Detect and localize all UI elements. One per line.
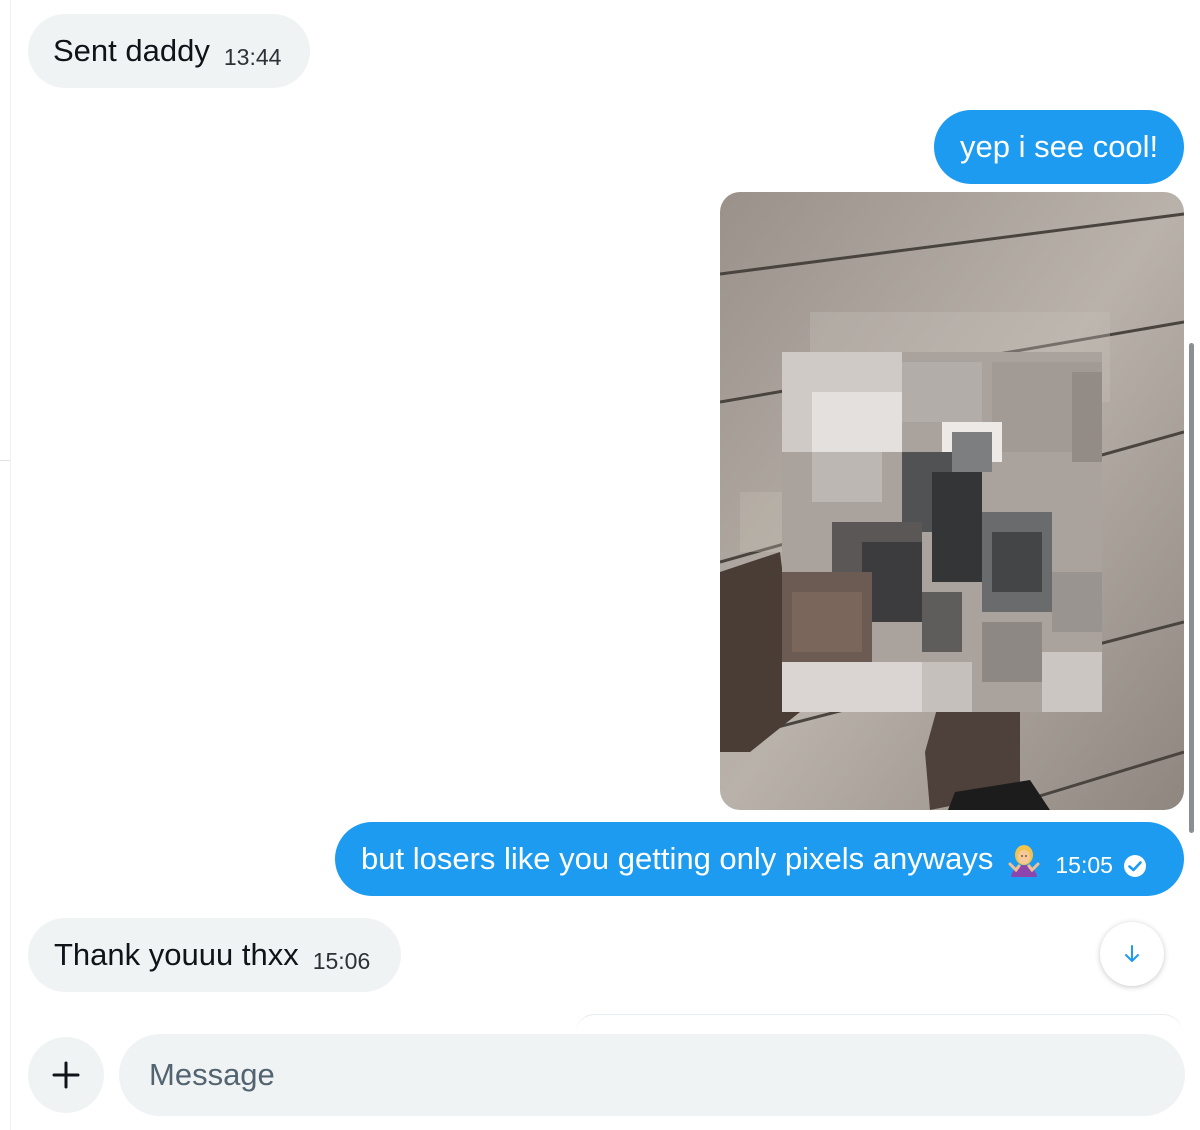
left-divider-tick [0,460,10,461]
pixel-mosaic [782,352,1102,712]
message-input[interactable] [147,1056,1185,1094]
scrollbar[interactable] [1189,343,1194,833]
incoming-message[interactable]: Thank youuu thxx 15:06 [28,918,401,992]
person-shrugging-emoji-icon [1007,844,1041,878]
message-time: 15:06 [312,947,371,974]
message-text: Sent daddy [53,33,210,68]
pixelated-photo-image [720,192,1184,810]
message-text: Thank youuu thxx [54,937,299,972]
scroll-to-bottom-button[interactable] [1100,922,1164,986]
incoming-message[interactable]: Sent daddy 13:44 [28,14,310,88]
message-text: yep i see cool! [960,129,1159,164]
message-time: 13:44 [223,43,282,70]
arrow-down-icon [1125,945,1139,962]
outgoing-message[interactable]: but losers like you getting only pixels … [335,822,1184,896]
message-composer[interactable] [119,1034,1185,1116]
message-time: 15:05 [1055,851,1113,878]
left-divider [10,0,11,1130]
message-text: but losers like you getting only pixels … [361,841,994,876]
plus-icon [52,1061,80,1089]
read-check-icon [1123,854,1147,878]
outgoing-message[interactable]: yep i see cool! [934,110,1184,184]
message-photo[interactable] [720,192,1184,810]
add-attachment-button[interactable] [28,1037,104,1113]
